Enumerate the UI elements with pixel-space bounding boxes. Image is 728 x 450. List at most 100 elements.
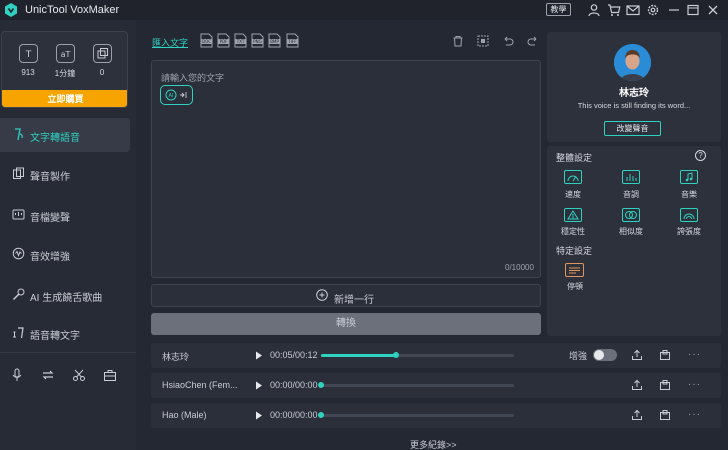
png-file-icon[interactable]: PNG (251, 33, 264, 48)
select-all-icon[interactable] (477, 35, 489, 47)
sidebar-item-label: 語音轉文字 (30, 331, 80, 342)
editor-placeholder: 請輸入您的文字 (161, 73, 225, 83)
pitch-icon[interactable] (622, 170, 640, 184)
clone-icon (93, 44, 112, 63)
stability-label: 穩定性 (561, 227, 585, 236)
upgrade-button[interactable]: 立即購買 (2, 90, 127, 107)
change-voice-button[interactable]: 改變聲音 (604, 121, 661, 136)
toolbox-icon[interactable] (103, 368, 117, 382)
more-options-icon[interactable]: ··· (688, 349, 701, 360)
speed-icon[interactable] (564, 170, 582, 184)
history-row[interactable]: Hao (Male) 00:00/00:00 ··· (151, 403, 721, 428)
more-options-icon[interactable]: ··· (688, 409, 701, 420)
gear-icon[interactable] (646, 3, 660, 17)
play-icon[interactable] (255, 381, 263, 390)
svg-text:TIFF: TIFF (287, 39, 297, 44)
sidebar-item-text-to-speech[interactable]: 文字轉語音 (0, 118, 130, 152)
progress-knob[interactable] (318, 412, 324, 418)
teach-button[interactable]: 教學 (546, 3, 571, 16)
sidebar-item-voice-change[interactable]: 音檔變聲 (0, 198, 130, 232)
progress-knob[interactable] (393, 352, 400, 358)
t-box-icon: aT (56, 44, 75, 63)
share-icon[interactable] (631, 349, 643, 361)
undo-icon[interactable] (502, 35, 514, 47)
sidebar-item-label: 聲音製作 (30, 172, 70, 183)
svg-text:BMP: BMP (270, 39, 279, 44)
progress-track[interactable] (318, 412, 514, 418)
progress-track[interactable] (321, 352, 514, 358)
history-row[interactable]: 林志玲 00:05/00:12 增強 ··· (151, 343, 721, 368)
share-icon[interactable] (631, 379, 643, 391)
voice-description: This voice is still finding its word... (577, 101, 691, 110)
save-icon[interactable] (659, 349, 671, 361)
more-records-link[interactable]: 更多紀錄>> (410, 438, 457, 450)
scissors-icon[interactable] (72, 368, 86, 382)
bmp-file-icon[interactable]: BMP (268, 33, 281, 48)
save-icon[interactable] (659, 409, 671, 421)
sidebar-item-label: 音檔變聲 (30, 213, 70, 224)
save-icon[interactable] (659, 379, 671, 391)
pitch-label: 音調 (623, 190, 639, 199)
pdf-file-icon[interactable]: PDF (217, 33, 230, 48)
close-icon[interactable] (706, 3, 720, 17)
microphone-icon[interactable] (10, 368, 24, 382)
svg-text:AI: AI (169, 93, 174, 99)
convert-button[interactable]: 轉換 (151, 313, 541, 335)
import-text-link[interactable]: 匯入文字 (152, 36, 188, 49)
music-icon[interactable] (680, 170, 698, 184)
maximize-icon[interactable] (686, 3, 700, 17)
rap-icon (12, 288, 25, 301)
svg-text:PDF: PDF (220, 39, 228, 44)
exaggeration-label: 誇張度 (677, 227, 701, 236)
app-logo-icon (4, 3, 18, 17)
sidebar-item-ai-rap[interactable]: AI 生成饒舌歌曲 (0, 278, 130, 312)
enhance-toggle[interactable] (593, 349, 617, 361)
minimize-icon[interactable] (667, 3, 681, 17)
text-editor[interactable] (151, 60, 541, 278)
redo-icon[interactable] (527, 35, 539, 47)
exaggeration-icon[interactable] (680, 208, 698, 222)
character-count: 0/10000 (505, 263, 534, 272)
svg-text:DOC: DOC (202, 39, 211, 44)
enhance-label: 增強 (569, 351, 588, 361)
stability-icon[interactable] (564, 208, 582, 222)
ai-insert-chip[interactable]: AI (160, 85, 193, 105)
tiff-file-icon[interactable]: TIFF (286, 33, 299, 48)
pause-icon[interactable] (565, 263, 584, 277)
share-icon[interactable] (631, 409, 643, 421)
sidebar-item-label: 文字轉語音 (30, 133, 80, 144)
history-row[interactable]: HsiaoChen (Fem... 00:00/00:00 ··· (151, 373, 721, 398)
doc-file-icon[interactable]: DOC (200, 33, 213, 48)
pause-label: 停頓 (567, 282, 583, 291)
mail-icon[interactable] (626, 3, 640, 17)
voice-name: 林志玲 (619, 88, 649, 99)
history-time: 00:00/00:00 (270, 410, 318, 420)
stats-card: T aT 913 1分鐘 0 立即購買 (1, 31, 128, 108)
similarity-icon[interactable] (622, 208, 640, 222)
svg-text:PNG: PNG (253, 39, 262, 44)
voice-make-icon (12, 167, 25, 180)
progress-knob[interactable] (318, 382, 324, 388)
history-voice-name: HsiaoChen (Fem... (162, 380, 238, 390)
enhance-icon (12, 247, 25, 260)
sidebar-item-label: 音效增強 (30, 252, 70, 263)
sidebar-item-enhance[interactable]: 音效增強 (0, 237, 130, 271)
play-icon[interactable] (255, 351, 263, 360)
play-icon[interactable] (255, 411, 263, 420)
history-time: 00:05/00:12 (270, 350, 318, 360)
history-voice-name: Hao (Male) (162, 410, 207, 420)
progress-fill (321, 354, 397, 357)
cart-icon[interactable] (607, 3, 621, 17)
convert-format-icon[interactable] (41, 368, 55, 382)
trash-icon[interactable] (452, 35, 464, 47)
progress-track[interactable] (318, 382, 514, 388)
stat-clones: 0 (99, 68, 105, 77)
help-icon[interactable]: ? (695, 150, 706, 161)
sidebar-item-voice-make[interactable]: 聲音製作 (0, 157, 130, 191)
history-voice-name: 林志玲 (162, 352, 190, 362)
sidebar-item-speech-to-text[interactable]: 語音轉文字 (0, 316, 130, 350)
more-options-icon[interactable]: ··· (688, 379, 701, 390)
user-icon[interactable] (587, 3, 601, 17)
specific-settings-title: 特定設定 (556, 246, 593, 256)
txt-file-icon[interactable]: TXT (234, 33, 247, 48)
